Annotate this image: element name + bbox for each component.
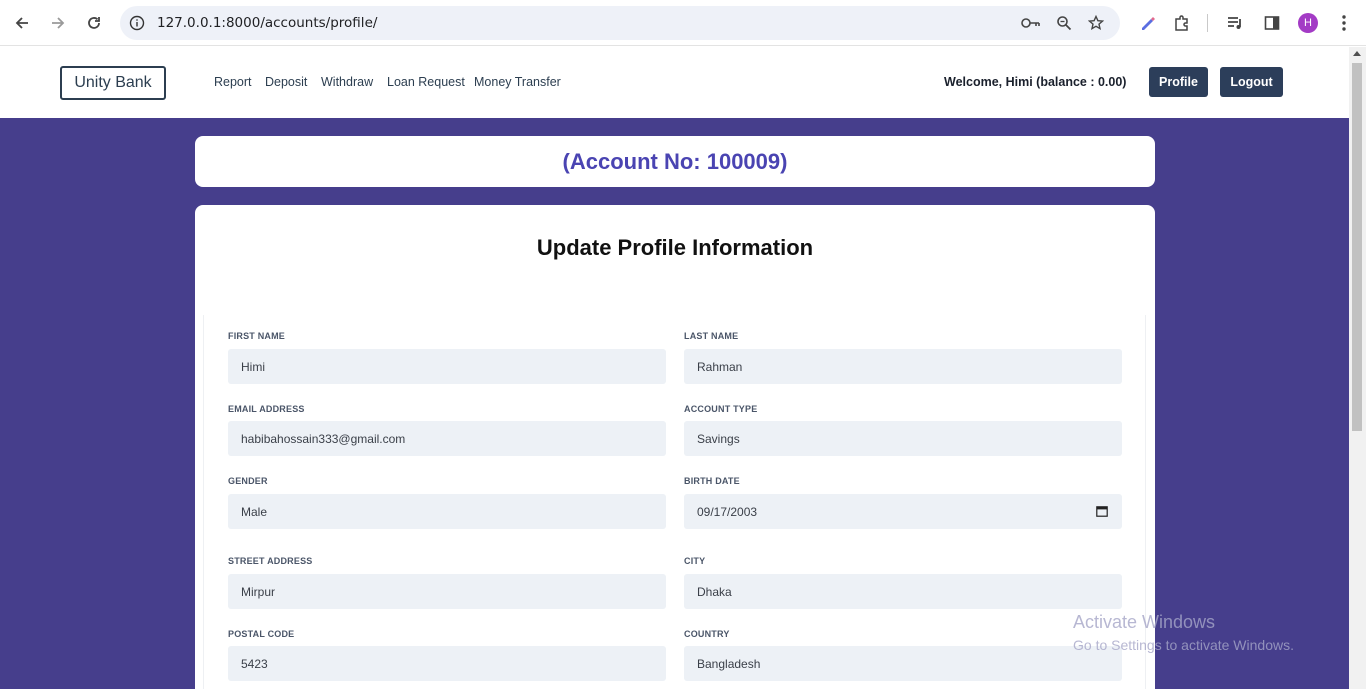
nav-deposit[interactable]: Deposit (265, 75, 307, 89)
scroll-thumb[interactable] (1352, 63, 1362, 431)
last-name-input[interactable]: Rahman (684, 349, 1122, 384)
country-label: COUNTRY (684, 629, 730, 639)
form-title: Update Profile Information (536, 235, 814, 260)
activate-windows-title: Activate Windows (1073, 612, 1216, 632)
profile-button[interactable]: Profile (1149, 67, 1208, 97)
scroll-up-arrow-icon[interactable] (1353, 51, 1361, 56)
city-label: CITY (684, 556, 706, 566)
calendar-icon[interactable] (1096, 505, 1108, 517)
media-queue-icon[interactable] (1224, 11, 1248, 35)
account-number-card: (Account No: 100009) (195, 136, 1155, 187)
back-icon[interactable] (10, 11, 34, 35)
brand-logo[interactable]: Unity Bank (60, 66, 166, 100)
gender-input[interactable]: Male (228, 494, 666, 529)
browser-toolbar: 127.0.0.1:8000/accounts/profile/ H (0, 0, 1366, 46)
nav-money-transfer[interactable]: Money Transfer (474, 75, 561, 89)
profile-form-card: Update Profile Information FIRST NAME Hi… (195, 205, 1155, 689)
nav-report[interactable]: Report (214, 75, 252, 89)
url-text[interactable]: 127.0.0.1:8000/accounts/profile/ (157, 15, 377, 31)
side-panel-icon[interactable] (1260, 11, 1284, 35)
extensions-puzzle-icon[interactable] (1170, 11, 1194, 35)
email-input[interactable]: habibahossain333@gmail.com (228, 421, 666, 456)
account-number-heading: (Account No: 100009) (562, 148, 788, 174)
gender-label: GENDER (228, 476, 268, 486)
site-header: Unity Bank Report Deposit Withdraw Loan … (0, 47, 1349, 118)
site-info-icon[interactable] (127, 13, 147, 33)
birth-date-value: 09/17/2003 (697, 504, 758, 519)
page-scrollbar[interactable] (1349, 47, 1366, 689)
form-inner-border-left (203, 315, 204, 689)
activate-windows-subtitle: Go to Settings to activate Windows. (1073, 637, 1294, 653)
first-name-input[interactable]: Himi (228, 349, 666, 384)
address-bar[interactable]: 127.0.0.1:8000/accounts/profile/ (120, 6, 1120, 40)
birth-date-label: BIRTH DATE (684, 476, 740, 486)
nav-withdraw[interactable]: Withdraw (321, 75, 373, 89)
reload-icon[interactable] (82, 11, 106, 35)
account-type-label: ACCOUNT TYPE (684, 404, 758, 414)
forward-icon[interactable] (46, 11, 70, 35)
logout-button[interactable]: Logout (1220, 67, 1283, 97)
toolbar-divider (1207, 14, 1208, 32)
profile-avatar[interactable]: H (1298, 13, 1318, 33)
zoom-icon[interactable] (1054, 13, 1074, 33)
welcome-balance-text: Welcome, Himi (balance : 0.00) (944, 75, 1127, 89)
postal-code-label: POSTAL CODE (228, 629, 295, 639)
main-content: (Account No: 100009) Update Profile Info… (0, 118, 1349, 689)
postal-code-input[interactable]: 5423 (228, 646, 666, 681)
menu-kebab-icon[interactable] (1332, 11, 1356, 35)
street-address-input[interactable]: Mirpur (228, 574, 666, 609)
country-input[interactable]: Bangladesh (684, 646, 1122, 681)
city-input[interactable]: Dhaka (684, 574, 1122, 609)
password-key-icon[interactable] (1021, 13, 1041, 33)
extension-pen-icon[interactable] (1136, 11, 1160, 35)
account-type-input[interactable]: Savings (684, 421, 1122, 456)
bookmark-star-icon[interactable] (1086, 13, 1106, 33)
first-name-label: FIRST NAME (228, 331, 285, 341)
email-label: EMAIL ADDRESS (228, 404, 305, 414)
last-name-label: LAST NAME (684, 331, 739, 341)
nav-loan-request[interactable]: Loan Request (387, 75, 465, 89)
street-address-label: STREET ADDRESS (228, 556, 313, 566)
birth-date-input[interactable]: 09/17/2003 (684, 494, 1122, 529)
